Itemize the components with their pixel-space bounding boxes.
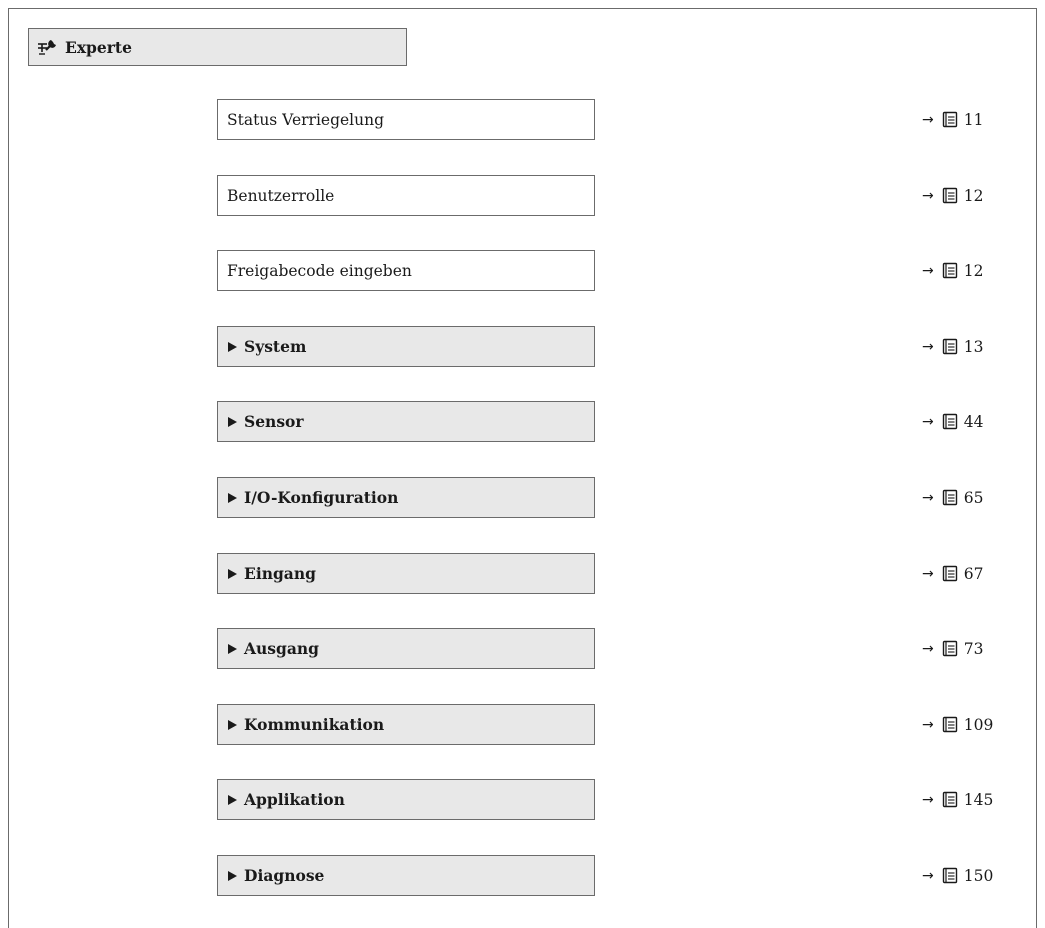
right-arrow-icon: → (922, 187, 934, 204)
submenu-applikation[interactable]: Applikation (217, 779, 595, 820)
page-number: 67 (963, 564, 984, 583)
menu-item-label: Diagnose (244, 866, 325, 885)
menu-header-title: Experte (65, 37, 132, 57)
menu-item-label: Sensor (244, 412, 304, 431)
page-number: 11 (963, 110, 984, 129)
submenu-arrow-icon (228, 416, 237, 427)
page-book-icon (942, 489, 958, 506)
right-arrow-icon: → (922, 565, 934, 582)
page-reference[interactable]: → 12 (922, 175, 983, 216)
parameter-status-verriegelung[interactable]: Status Verriegelung (217, 99, 595, 140)
submenu-arrow-icon (228, 719, 237, 730)
submenu-ausgang[interactable]: Ausgang (217, 628, 595, 669)
page-book-icon (942, 187, 958, 204)
page-number: 13 (963, 337, 984, 356)
submenu-diagnose[interactable]: Diagnose (217, 855, 595, 896)
menu-item-label: Benutzerrolle (227, 186, 335, 205)
page-book-icon (942, 791, 958, 808)
right-arrow-icon: → (922, 867, 934, 884)
page-reference[interactable]: → 150 (922, 855, 993, 896)
right-arrow-icon: → (922, 716, 934, 733)
page-book-icon (942, 716, 958, 733)
page-book-icon (942, 565, 958, 582)
right-arrow-icon: → (922, 338, 934, 355)
menu-item-label: I/O-Konfiguration (244, 488, 399, 507)
submenu-sensor[interactable]: Sensor (217, 401, 595, 442)
page-reference[interactable]: → 65 (922, 477, 983, 518)
menu-item-label: System (244, 337, 307, 356)
page-reference[interactable]: → 67 (922, 553, 983, 594)
menu-item-label: Kommunikation (244, 715, 385, 734)
page-book-icon (942, 867, 958, 884)
page-book-icon (942, 338, 958, 355)
menu-item-label: Status Verriegelung (227, 110, 385, 129)
submenu-system[interactable]: System (217, 326, 595, 367)
page-number: 73 (963, 639, 984, 658)
menu-item-label: Applikation (244, 790, 345, 809)
page-book-icon (942, 413, 958, 430)
submenu-arrow-icon (228, 794, 237, 805)
page-reference[interactable]: → 44 (922, 401, 983, 442)
menu-item-label: Freigabecode eingeben (227, 261, 412, 280)
page-reference[interactable]: → 11 (922, 99, 983, 140)
submenu-arrow-icon (228, 870, 237, 881)
right-arrow-icon: → (922, 489, 934, 506)
submenu-kommunikation[interactable]: Kommunikation (217, 704, 595, 745)
parameter-freigabecode-eingeben[interactable]: Freigabecode eingeben (217, 250, 595, 291)
page-number: 12 (963, 186, 984, 205)
right-arrow-icon: → (922, 640, 934, 657)
page-reference[interactable]: → 109 (922, 704, 993, 745)
page-number: 12 (963, 261, 984, 280)
submenu-eingang[interactable]: Eingang (217, 553, 595, 594)
page-book-icon (942, 640, 958, 657)
menu-header-experte[interactable]: Experte (28, 28, 407, 66)
submenu-arrow-icon (228, 643, 237, 654)
page-reference[interactable]: → 13 (922, 326, 983, 367)
page-reference[interactable]: → 145 (922, 779, 993, 820)
page-reference[interactable]: → 12 (922, 250, 983, 291)
page-number: 44 (963, 412, 984, 431)
page-reference[interactable]: → 73 (922, 628, 983, 669)
page-number: 150 (963, 866, 994, 885)
submenu-arrow-icon (228, 492, 237, 503)
right-arrow-icon: → (922, 413, 934, 430)
submenu-arrow-icon (228, 341, 237, 352)
page-book-icon (942, 262, 958, 279)
page-number: 65 (963, 488, 984, 507)
page-book-icon (942, 111, 958, 128)
menu-item-label: Ausgang (244, 639, 320, 658)
menu-item-label: Eingang (244, 564, 316, 583)
page-number: 109 (963, 715, 994, 734)
submenu-i-o-konfiguration[interactable]: I/O-Konfiguration (217, 477, 595, 518)
page-number: 145 (963, 790, 994, 809)
right-arrow-icon: → (922, 791, 934, 808)
submenu-arrow-icon (228, 568, 237, 579)
expert-wrench-icon (37, 37, 59, 57)
right-arrow-icon: → (922, 262, 934, 279)
parameter-benutzerrolle[interactable]: Benutzerrolle (217, 175, 595, 216)
right-arrow-icon: → (922, 111, 934, 128)
